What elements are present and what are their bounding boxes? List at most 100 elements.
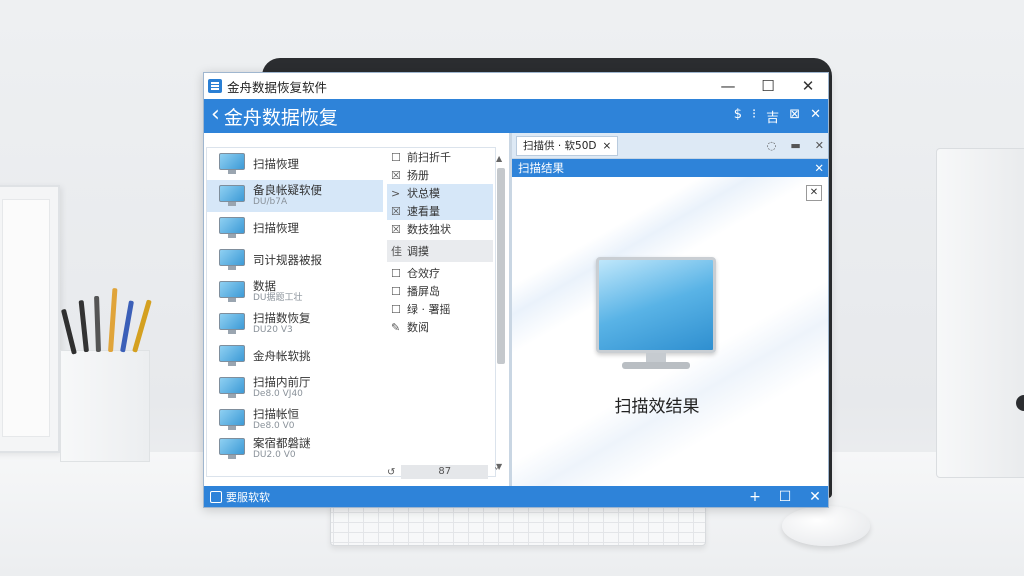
add-button[interactable]: + bbox=[740, 489, 770, 505]
monitor-icon bbox=[219, 377, 245, 399]
checkbox-icon[interactable]: ☐ bbox=[391, 285, 407, 298]
list-item[interactable]: 金舟帐软挑 bbox=[207, 340, 383, 372]
option-item[interactable]: ☐ 绿 · 署摇 bbox=[387, 300, 493, 318]
list-item[interactable]: 扫描数恢复 DU20 V3 bbox=[207, 308, 383, 340]
file-list: 扫描恢理 备良帐疑软便DU/b7A 扫描恢理 司计规器被报 数据DU据题工壮 bbox=[207, 148, 383, 462]
pencil bbox=[78, 300, 89, 353]
tab-tools: ◌ ▬ ✕ bbox=[767, 139, 828, 152]
app-logo-icon bbox=[208, 79, 222, 93]
option-item[interactable]: ☒ 数技独状 bbox=[387, 220, 493, 238]
checkbox-icon[interactable]: ☒ bbox=[391, 223, 407, 236]
status-bar: 要服软软 + ☐ ✕ bbox=[204, 486, 828, 507]
list-item[interactable]: 扫描恢理 bbox=[207, 212, 383, 244]
option-item[interactable]: ☐ 仓效疗 bbox=[387, 264, 493, 282]
window-icon[interactable]: ⊠ bbox=[789, 107, 800, 126]
checkbox-icon[interactable]: ☒ bbox=[391, 205, 407, 218]
option-label: 调摸 bbox=[407, 245, 429, 258]
item-name: 扫描数恢复 bbox=[253, 311, 311, 325]
list-item[interactable]: 扫描内前厅 De8.0 VJ40 bbox=[207, 372, 383, 404]
option-item-highlight[interactable]: 佳调摸 bbox=[387, 240, 493, 262]
option-label: 状总模 bbox=[407, 187, 440, 200]
option-item-selected[interactable]: > 状总模 bbox=[387, 184, 493, 202]
more-icon[interactable]: ⁝ bbox=[752, 107, 756, 126]
monitor-icon bbox=[219, 313, 245, 335]
dollar-icon[interactable]: $ bbox=[734, 107, 742, 126]
refresh-icon[interactable]: ↺ bbox=[387, 467, 395, 478]
checkbox-icon[interactable]: ☐ bbox=[391, 267, 407, 280]
monitor-icon bbox=[219, 249, 245, 271]
monitor-icon bbox=[219, 409, 245, 431]
bottom-control: ↺ 87 ˅ bbox=[387, 464, 499, 480]
close-button[interactable]: ✕ bbox=[788, 73, 828, 99]
option-item[interactable]: ☐ 播屏岛 bbox=[387, 282, 493, 300]
picture-frame bbox=[0, 185, 60, 453]
pencil-icon: ✎ bbox=[391, 320, 401, 334]
status-close-button[interactable]: ✕ bbox=[800, 489, 828, 505]
checkbox-icon[interactable]: ☐ bbox=[391, 151, 407, 164]
monitor-icon bbox=[219, 153, 245, 175]
option-label: 前扫折千 bbox=[407, 151, 451, 164]
panel-close-button[interactable]: ✕ bbox=[806, 185, 822, 201]
item-sub: DU20 V3 bbox=[253, 325, 293, 335]
scroll-up-icon[interactable]: ▲ bbox=[496, 154, 502, 163]
header-toolbar: $ ⁝ 吉 ⊠ ✕ bbox=[734, 107, 828, 126]
result-caption: 扫描效结果 bbox=[614, 397, 700, 417]
option-item-selected[interactable]: ☒ 速看量 bbox=[387, 202, 493, 220]
results-body: ✕ 扫描效结果 bbox=[512, 177, 828, 486]
main-content: 扫描恢理 备良帐疑软便DU/b7A 扫描恢理 司计规器被报 数据DU据题工壮 bbox=[204, 133, 828, 486]
item-name: 扫描恢理 bbox=[253, 157, 299, 171]
item-sub: De8.0 V0 bbox=[253, 421, 295, 431]
list-item-selected[interactable]: 备良帐疑软便 DU/b7A bbox=[207, 180, 383, 212]
checkbox-icon[interactable]: ☒ bbox=[391, 169, 407, 182]
option-icon: 佳 bbox=[391, 245, 402, 258]
results-header: 扫描结果 ✕ bbox=[512, 159, 828, 177]
collapse-icon[interactable]: ✕ bbox=[814, 161, 824, 175]
vertical-scrollbar[interactable]: ▲ ▼ bbox=[496, 154, 505, 474]
pencil bbox=[120, 300, 134, 353]
maximize-button[interactable]: ☐ bbox=[748, 73, 788, 99]
back-icon[interactable]: ‹ bbox=[211, 104, 220, 126]
option-item[interactable]: ✎ 数阅 bbox=[387, 318, 493, 336]
item-name: 司计规器被报 bbox=[253, 253, 322, 267]
pencil bbox=[60, 308, 77, 355]
option-label: 仓效疗 bbox=[407, 267, 440, 280]
header-close-icon[interactable]: ✕ bbox=[810, 107, 821, 126]
checkbox-icon[interactable]: ☐ bbox=[391, 303, 407, 316]
list-item[interactable]: 司计规器被报 bbox=[207, 244, 383, 276]
option-label: 绿 · 署摇 bbox=[407, 303, 451, 316]
arrow-icon: > bbox=[391, 186, 401, 200]
tab-bar: 扫描供 · 软50D × ◌ ▬ ✕ bbox=[512, 133, 828, 159]
restore-button[interactable]: ☐ bbox=[770, 489, 800, 505]
search-icon[interactable]: ◌ bbox=[767, 139, 777, 152]
item-name: 数据 bbox=[253, 279, 276, 293]
tab-label: 扫描供 · 软50D bbox=[523, 140, 597, 152]
item-sub: DU2.0 V0 bbox=[253, 450, 296, 460]
status-text: 要服软软 bbox=[226, 491, 270, 504]
option-item[interactable]: ☐ 前扫折千 bbox=[387, 148, 493, 166]
monitor-icon bbox=[219, 281, 245, 303]
tab-scan[interactable]: 扫描供 · 软50D × bbox=[516, 135, 619, 156]
option-label: 数阅 bbox=[407, 321, 429, 334]
monitor-illustration-icon bbox=[596, 257, 716, 371]
value-field[interactable]: 87 bbox=[401, 465, 488, 479]
menu-icon[interactable]: ▬ bbox=[790, 139, 800, 152]
item-sub: De8.0 VJ40 bbox=[253, 389, 303, 399]
chevron-down-icon[interactable]: ˅ bbox=[494, 467, 499, 478]
list-item[interactable]: 数据 DU据题工壮 bbox=[207, 276, 383, 308]
scrollbar-thumb[interactable] bbox=[497, 168, 505, 364]
list-item[interactable]: 案宿都磐謎 DU2.0 V0 bbox=[207, 436, 383, 462]
item-name: 扫描恢理 bbox=[253, 221, 299, 235]
minimize-button[interactable]: — bbox=[708, 73, 748, 99]
tab-close-icon[interactable]: × bbox=[602, 140, 611, 152]
close-icon[interactable]: ✕ bbox=[815, 139, 824, 152]
list-item[interactable]: 扫描恢理 bbox=[207, 148, 383, 180]
app-window: 金舟数据恢复软件 — ☐ ✕ ‹ 金舟数据恢复 $ ⁝ 吉 ⊠ ✕ 扫描恢理 备… bbox=[203, 72, 829, 508]
monitor-icon bbox=[219, 345, 245, 367]
option-item[interactable]: ☒ 扬册 bbox=[387, 166, 493, 184]
status-icon bbox=[210, 491, 222, 503]
item-name: 案宿都磐謎 bbox=[253, 436, 311, 450]
list-item[interactable]: 扫描帐恒 De8.0 V0 bbox=[207, 404, 383, 436]
pencil bbox=[94, 295, 101, 353]
account-icon[interactable]: 吉 bbox=[766, 107, 779, 126]
item-name: 备良帐疑软便 bbox=[253, 183, 322, 197]
